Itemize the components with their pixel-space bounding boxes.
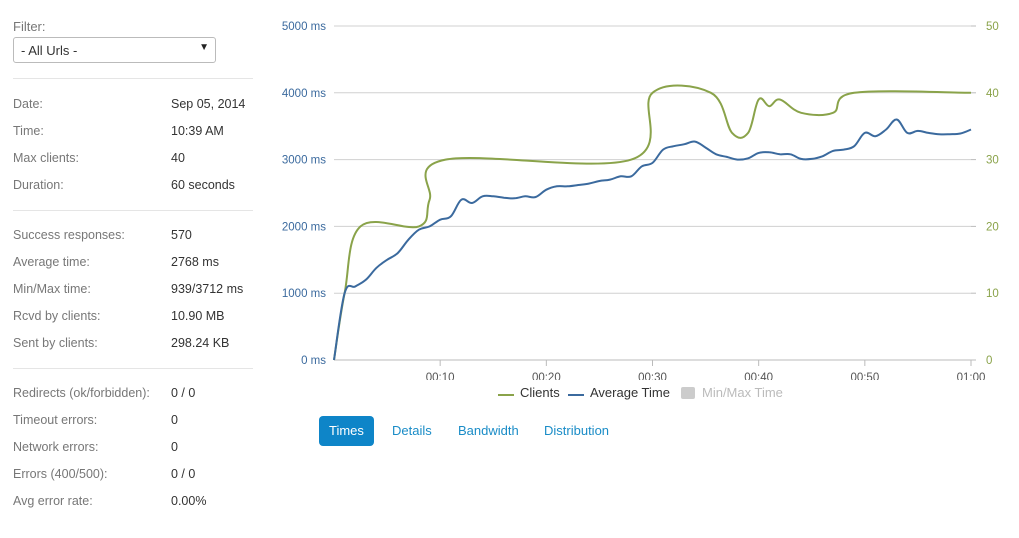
chart-canvas: 0 ms 1000 ms 2000 ms 3000 ms 4000 ms 5000 ms 0… <box>282 21 999 384</box>
stat-network-errors: Network errors: 0 <box>13 440 253 460</box>
stat-label: Errors (400/500): <box>13 467 108 481</box>
series-line-average-time <box>333 118 972 361</box>
tab-distribution[interactable]: Distribution <box>534 416 619 446</box>
stat-label: Max clients: <box>13 151 79 165</box>
y-right-tick-label: 50 <box>986 21 999 33</box>
stat-errors-400-500: Errors (400/500): 0 / 0 <box>13 467 253 487</box>
stat-value: 10.90 MB <box>171 309 225 323</box>
y-right-tick-label: 20 <box>986 221 999 233</box>
stat-label: Rcvd by clients: <box>13 309 101 323</box>
tab-times[interactable]: Times <box>319 416 374 446</box>
stat-value: 939/3712 ms <box>171 282 244 296</box>
stat-average-time: Average time: 2768 ms <box>13 255 253 275</box>
legend-average-time-swatch <box>568 394 584 396</box>
x-tick-label: 00:20 <box>532 372 561 380</box>
stat-time: Time: 10:39 AM <box>13 124 253 144</box>
stat-date: Date: Sep 05, 2014 <box>13 97 253 117</box>
stat-label: Avg error rate: <box>13 494 93 508</box>
series-line-clients <box>333 84 972 361</box>
y-right-tick-label: 0 <box>986 355 992 367</box>
times-chart: 0 ms 1000 ms 2000 ms 3000 ms 4000 ms 5000 ms 0… <box>270 10 1010 385</box>
legend-label: Min/Max Time <box>702 385 783 400</box>
stat-label: Duration: <box>13 178 64 192</box>
stat-value: 0 <box>171 413 178 427</box>
stat-value: 60 seconds <box>171 178 235 192</box>
stat-value: 298.24 KB <box>171 336 230 350</box>
stat-redirects: Redirects (ok/forbidden): 0 / 0 <box>13 386 253 406</box>
divider <box>13 210 253 211</box>
stat-value: 40 <box>171 151 185 165</box>
stat-min-max-time: Min/Max time: 939/3712 ms <box>13 282 253 302</box>
stat-value: 570 <box>171 228 192 242</box>
x-tick-label: 00:30 <box>638 372 667 380</box>
y-right-tick-label: 40 <box>986 88 999 100</box>
y-left-tick-label: 2000 ms <box>282 221 326 233</box>
x-tick-label: 00:40 <box>744 372 773 380</box>
stat-label: Average time: <box>13 255 90 269</box>
stat-avg-error-rate: Avg error rate: 0.00% <box>13 494 253 514</box>
stat-value: 0 / 0 <box>171 386 196 400</box>
y-right-tick-label: 30 <box>986 155 999 167</box>
x-tick-label: 00:50 <box>850 372 879 380</box>
legend-min-max-time-swatch <box>681 387 695 399</box>
stat-label: Sent by clients: <box>13 336 98 350</box>
legend-clients-swatch <box>498 394 514 396</box>
stat-value: 0 <box>171 440 178 454</box>
dropdown-arrow-icon: ▼ <box>199 42 209 53</box>
legend-label: Average Time <box>590 385 670 400</box>
y-left-tick-label: 5000 ms <box>282 21 326 33</box>
y-right-tick-label: 10 <box>986 288 999 300</box>
stat-value: 0.00% <box>171 494 207 508</box>
stat-label: Date: <box>13 97 43 111</box>
y-left-tick-label: 0 ms <box>301 355 326 367</box>
x-tick-label: 00:10 <box>426 372 455 380</box>
stat-rcvd-by-clients: Rcvd by clients: 10.90 MB <box>13 309 253 329</box>
stat-max-clients: Max clients: 40 <box>13 151 253 171</box>
stat-label: Min/Max time: <box>13 282 91 296</box>
stat-value: 2768 ms <box>171 255 219 269</box>
y-left-tick-label: 1000 ms <box>282 288 326 300</box>
stat-duration: Duration: 60 seconds <box>13 178 253 198</box>
y-left-tick-label: 3000 ms <box>282 155 326 167</box>
stat-value: Sep 05, 2014 <box>171 97 246 111</box>
stat-label: Redirects (ok/forbidden): <box>13 386 150 400</box>
stat-timeout-errors: Timeout errors: 0 <box>13 413 253 433</box>
url-filter-selected-value: - All Urls - <box>21 43 78 58</box>
stat-label: Timeout errors: <box>13 413 98 427</box>
divider <box>13 78 253 79</box>
tab-bandwidth[interactable]: Bandwidth <box>448 416 529 446</box>
stat-label: Success responses: <box>13 228 125 242</box>
tab-details[interactable]: Details <box>382 416 442 446</box>
stat-value: 10:39 AM <box>171 124 224 138</box>
legend-label: Clients <box>520 385 560 400</box>
stat-success-responses: Success responses: 570 <box>13 228 253 248</box>
stat-label: Time: <box>13 124 44 138</box>
url-filter-select[interactable]: - All Urls - ▼ <box>13 37 216 63</box>
stat-value: 0 / 0 <box>171 467 196 481</box>
x-tick-label: 01:00 <box>957 372 986 380</box>
stat-sent-by-clients: Sent by clients: 298.24 KB <box>13 336 253 356</box>
stat-label: Network errors: <box>13 440 99 454</box>
divider <box>13 368 253 369</box>
filter-label: Filter: <box>13 19 46 34</box>
y-left-tick-label: 4000 ms <box>282 88 326 100</box>
